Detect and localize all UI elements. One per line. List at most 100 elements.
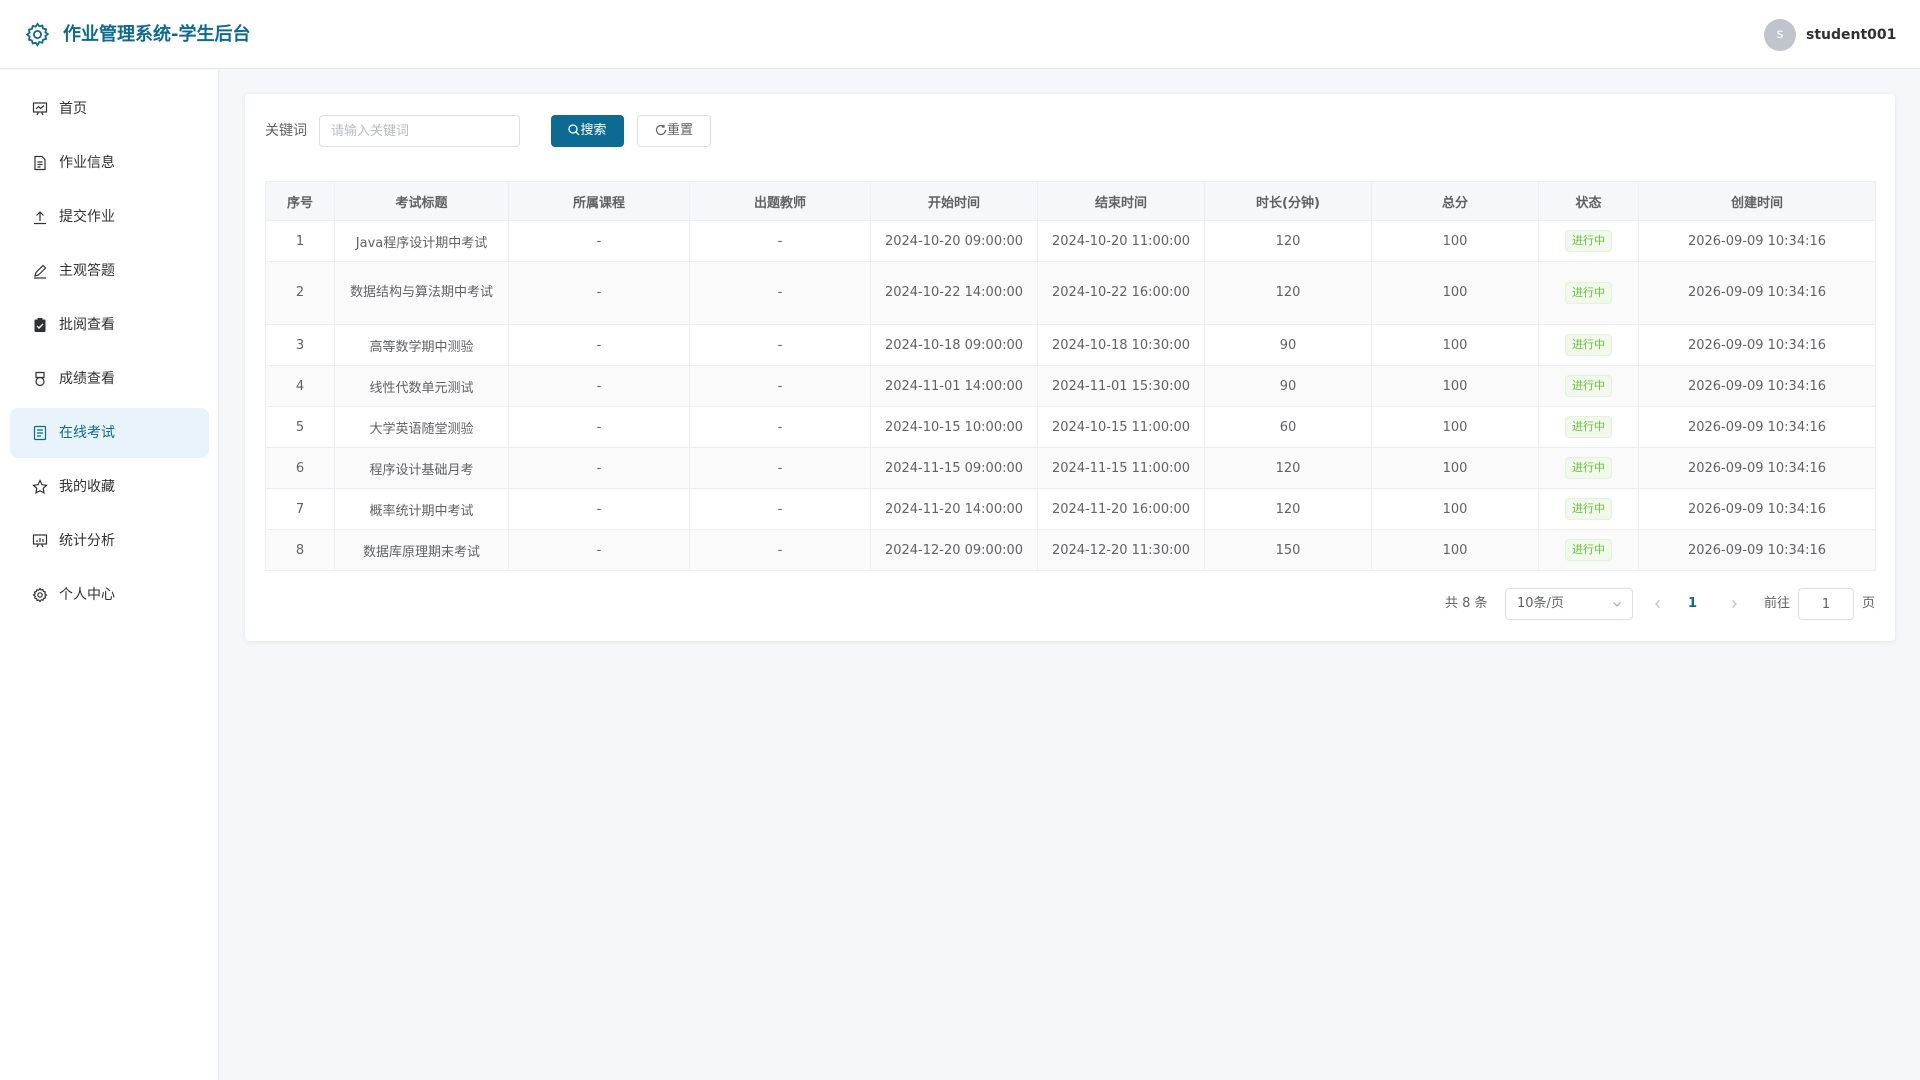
cell-status: 进行中 [1538, 220, 1639, 262]
table-row[interactable]: 7 概率统计期中考试 - - 2024-11-20 14:00:00 2024-… [265, 488, 1876, 530]
cell-duration: 90 [1204, 324, 1372, 366]
cell-start-time: 2024-10-22 14:00:00 [870, 261, 1038, 325]
sidebar-item-label: 个人中心 [59, 587, 115, 603]
cell-created-time: 2026-09-09 10:34:16 [1638, 488, 1876, 530]
username[interactable]: student001 [1806, 24, 1896, 46]
reset-button-label: 重置 [666, 123, 693, 138]
medal-icon [35, 371, 45, 387]
cell-end-time: 2024-11-15 11:00:00 [1037, 447, 1205, 489]
cell-total-score: 100 [1371, 406, 1539, 448]
cell-status: 进行中 [1538, 529, 1639, 571]
sidebar-item-label: 作业信息 [59, 155, 115, 171]
cell-duration: 60 [1204, 406, 1372, 448]
sidebar-item-label: 在线考试 [59, 425, 115, 441]
cell-start-time: 2024-10-20 09:00:00 [870, 220, 1038, 262]
cell-course: - [508, 365, 690, 407]
cell-teacher: - [689, 365, 871, 407]
cell-teacher: - [689, 324, 871, 366]
cell-index: 7 [265, 488, 335, 530]
cell-duration: 90 [1204, 365, 1372, 407]
column-header: 考试标题 [334, 181, 509, 221]
app-title: 作业管理系统-学生后台 [63, 24, 251, 45]
sidebar-item-label: 提交作业 [59, 209, 115, 225]
cell-created-time: 2026-09-09 10:34:16 [1638, 529, 1876, 571]
cell-status: 进行中 [1538, 324, 1639, 366]
cell-status: 进行中 [1538, 261, 1639, 325]
cell-start-time: 2024-10-15 10:00:00 [870, 406, 1038, 448]
table-row[interactable]: 2 数据结构与算法期中考试 - - 2024-10-22 14:00:00 20… [265, 261, 1876, 325]
cell-status: 进行中 [1538, 406, 1639, 448]
data-board-icon [32, 534, 48, 548]
avatar[interactable]: s [1764, 19, 1796, 51]
cell-total-score: 100 [1371, 365, 1539, 407]
sidebar-item-label: 批阅查看 [59, 317, 115, 333]
prev-page-icon[interactable] [1651, 597, 1665, 611]
table-row[interactable]: 3 高等数学期中测验 - - 2024-10-18 09:00:00 2024-… [265, 324, 1876, 366]
cell-total-score: 100 [1371, 324, 1539, 366]
table-row[interactable]: 4 线性代数单元测试 - - 2024-11-01 14:00:00 2024-… [265, 365, 1876, 407]
cell-title: 程序设计基础月考 [334, 447, 509, 489]
current-page[interactable]: 1 [1688, 594, 1697, 614]
goto-label: 前往 [1764, 596, 1791, 611]
goto-page-input[interactable] [1798, 588, 1854, 620]
keyword-input[interactable] [319, 115, 520, 147]
status-badge: 进行中 [1565, 282, 1612, 304]
table-row[interactable]: 1 Java程序设计期中考试 - - 2024-10-20 09:00:00 2… [265, 220, 1876, 262]
cell-total-score: 100 [1371, 447, 1539, 489]
cell-start-time: 2024-11-15 09:00:00 [870, 447, 1038, 489]
sidebar-item-label: 成绩查看 [59, 371, 115, 387]
sidebar-item-profile[interactable]: 个人中心 [10, 570, 209, 620]
cell-title: 概率统计期中考试 [334, 488, 509, 530]
cell-created-time: 2026-09-09 10:34:16 [1638, 261, 1876, 325]
column-header: 状态 [1538, 181, 1639, 221]
sidebar-item-subjective[interactable]: 主观答题 [10, 246, 209, 296]
sidebar-item-statistics[interactable]: 统计分析 [10, 516, 209, 566]
pagination-total: 共 8 条 [1445, 596, 1488, 611]
sidebar-item-grades[interactable]: 成绩查看 [10, 354, 209, 404]
cell-title: Java程序设计期中考试 [334, 220, 509, 262]
goto-unit-label: 页 [1862, 596, 1876, 611]
sidebar-item-favorites[interactable]: 我的收藏 [10, 462, 209, 512]
status-badge: 进行中 [1565, 498, 1612, 520]
column-header: 时长(分钟) [1204, 181, 1372, 221]
table-row[interactable]: 6 程序设计基础月考 - - 2024-11-15 09:00:00 2024-… [265, 447, 1876, 489]
status-badge: 进行中 [1565, 334, 1612, 356]
cell-end-time: 2024-11-01 15:30:00 [1037, 365, 1205, 407]
sidebar-item-home[interactable]: 首页 [10, 84, 209, 134]
table-row[interactable]: 8 数据库原理期末考试 - - 2024-12-20 09:00:00 2024… [265, 529, 1876, 571]
page-size-select[interactable]: 10条/页 [1505, 588, 1633, 620]
cell-duration: 120 [1204, 261, 1372, 325]
sidebar-item-submit-homework[interactable]: 提交作业 [10, 192, 209, 242]
search-button[interactable]: 搜索 [551, 115, 624, 147]
reset-button[interactable]: 重置 [637, 115, 711, 147]
sidebar-item-label: 我的收藏 [59, 479, 115, 495]
next-page-icon[interactable] [1727, 597, 1741, 611]
document-icon [34, 155, 46, 171]
sidebar-item-online-exam[interactable]: 在线考试 [10, 408, 209, 458]
cell-end-time: 2024-12-20 11:30:00 [1037, 529, 1205, 571]
gear-logo-icon [25, 22, 50, 47]
status-badge: 进行中 [1565, 230, 1612, 252]
cell-index: 6 [265, 447, 335, 489]
cell-title: 数据库原理期末考试 [334, 529, 509, 571]
column-header: 创建时间 [1638, 181, 1876, 221]
cell-teacher: - [689, 529, 871, 571]
status-badge: 进行中 [1565, 539, 1612, 561]
sidebar-item-homework-info[interactable]: 作业信息 [10, 138, 209, 188]
cell-course: - [508, 220, 690, 262]
cell-end-time: 2024-10-20 11:00:00 [1037, 220, 1205, 262]
cell-end-time: 2024-10-22 16:00:00 [1037, 261, 1205, 325]
cell-duration: 120 [1204, 447, 1372, 489]
table-row[interactable]: 5 大学英语随堂测验 - - 2024-10-15 10:00:00 2024-… [265, 406, 1876, 448]
cell-total-score: 100 [1371, 488, 1539, 530]
cell-total-score: 100 [1371, 220, 1539, 262]
table-header-row: 序号 考试标题 所属课程 出题教师 开始时间 结束时间 时长(分钟) 总分 状态… [265, 181, 1876, 221]
sidebar-item-review[interactable]: 批阅查看 [10, 300, 209, 350]
star-icon [32, 479, 48, 495]
exam-document-icon [33, 425, 47, 441]
cell-start-time: 2024-11-20 14:00:00 [870, 488, 1038, 530]
cell-course: - [508, 529, 690, 571]
cell-end-time: 2024-10-15 11:00:00 [1037, 406, 1205, 448]
chevron-down-icon [1613, 602, 1621, 607]
cell-created-time: 2026-09-09 10:34:16 [1638, 324, 1876, 366]
